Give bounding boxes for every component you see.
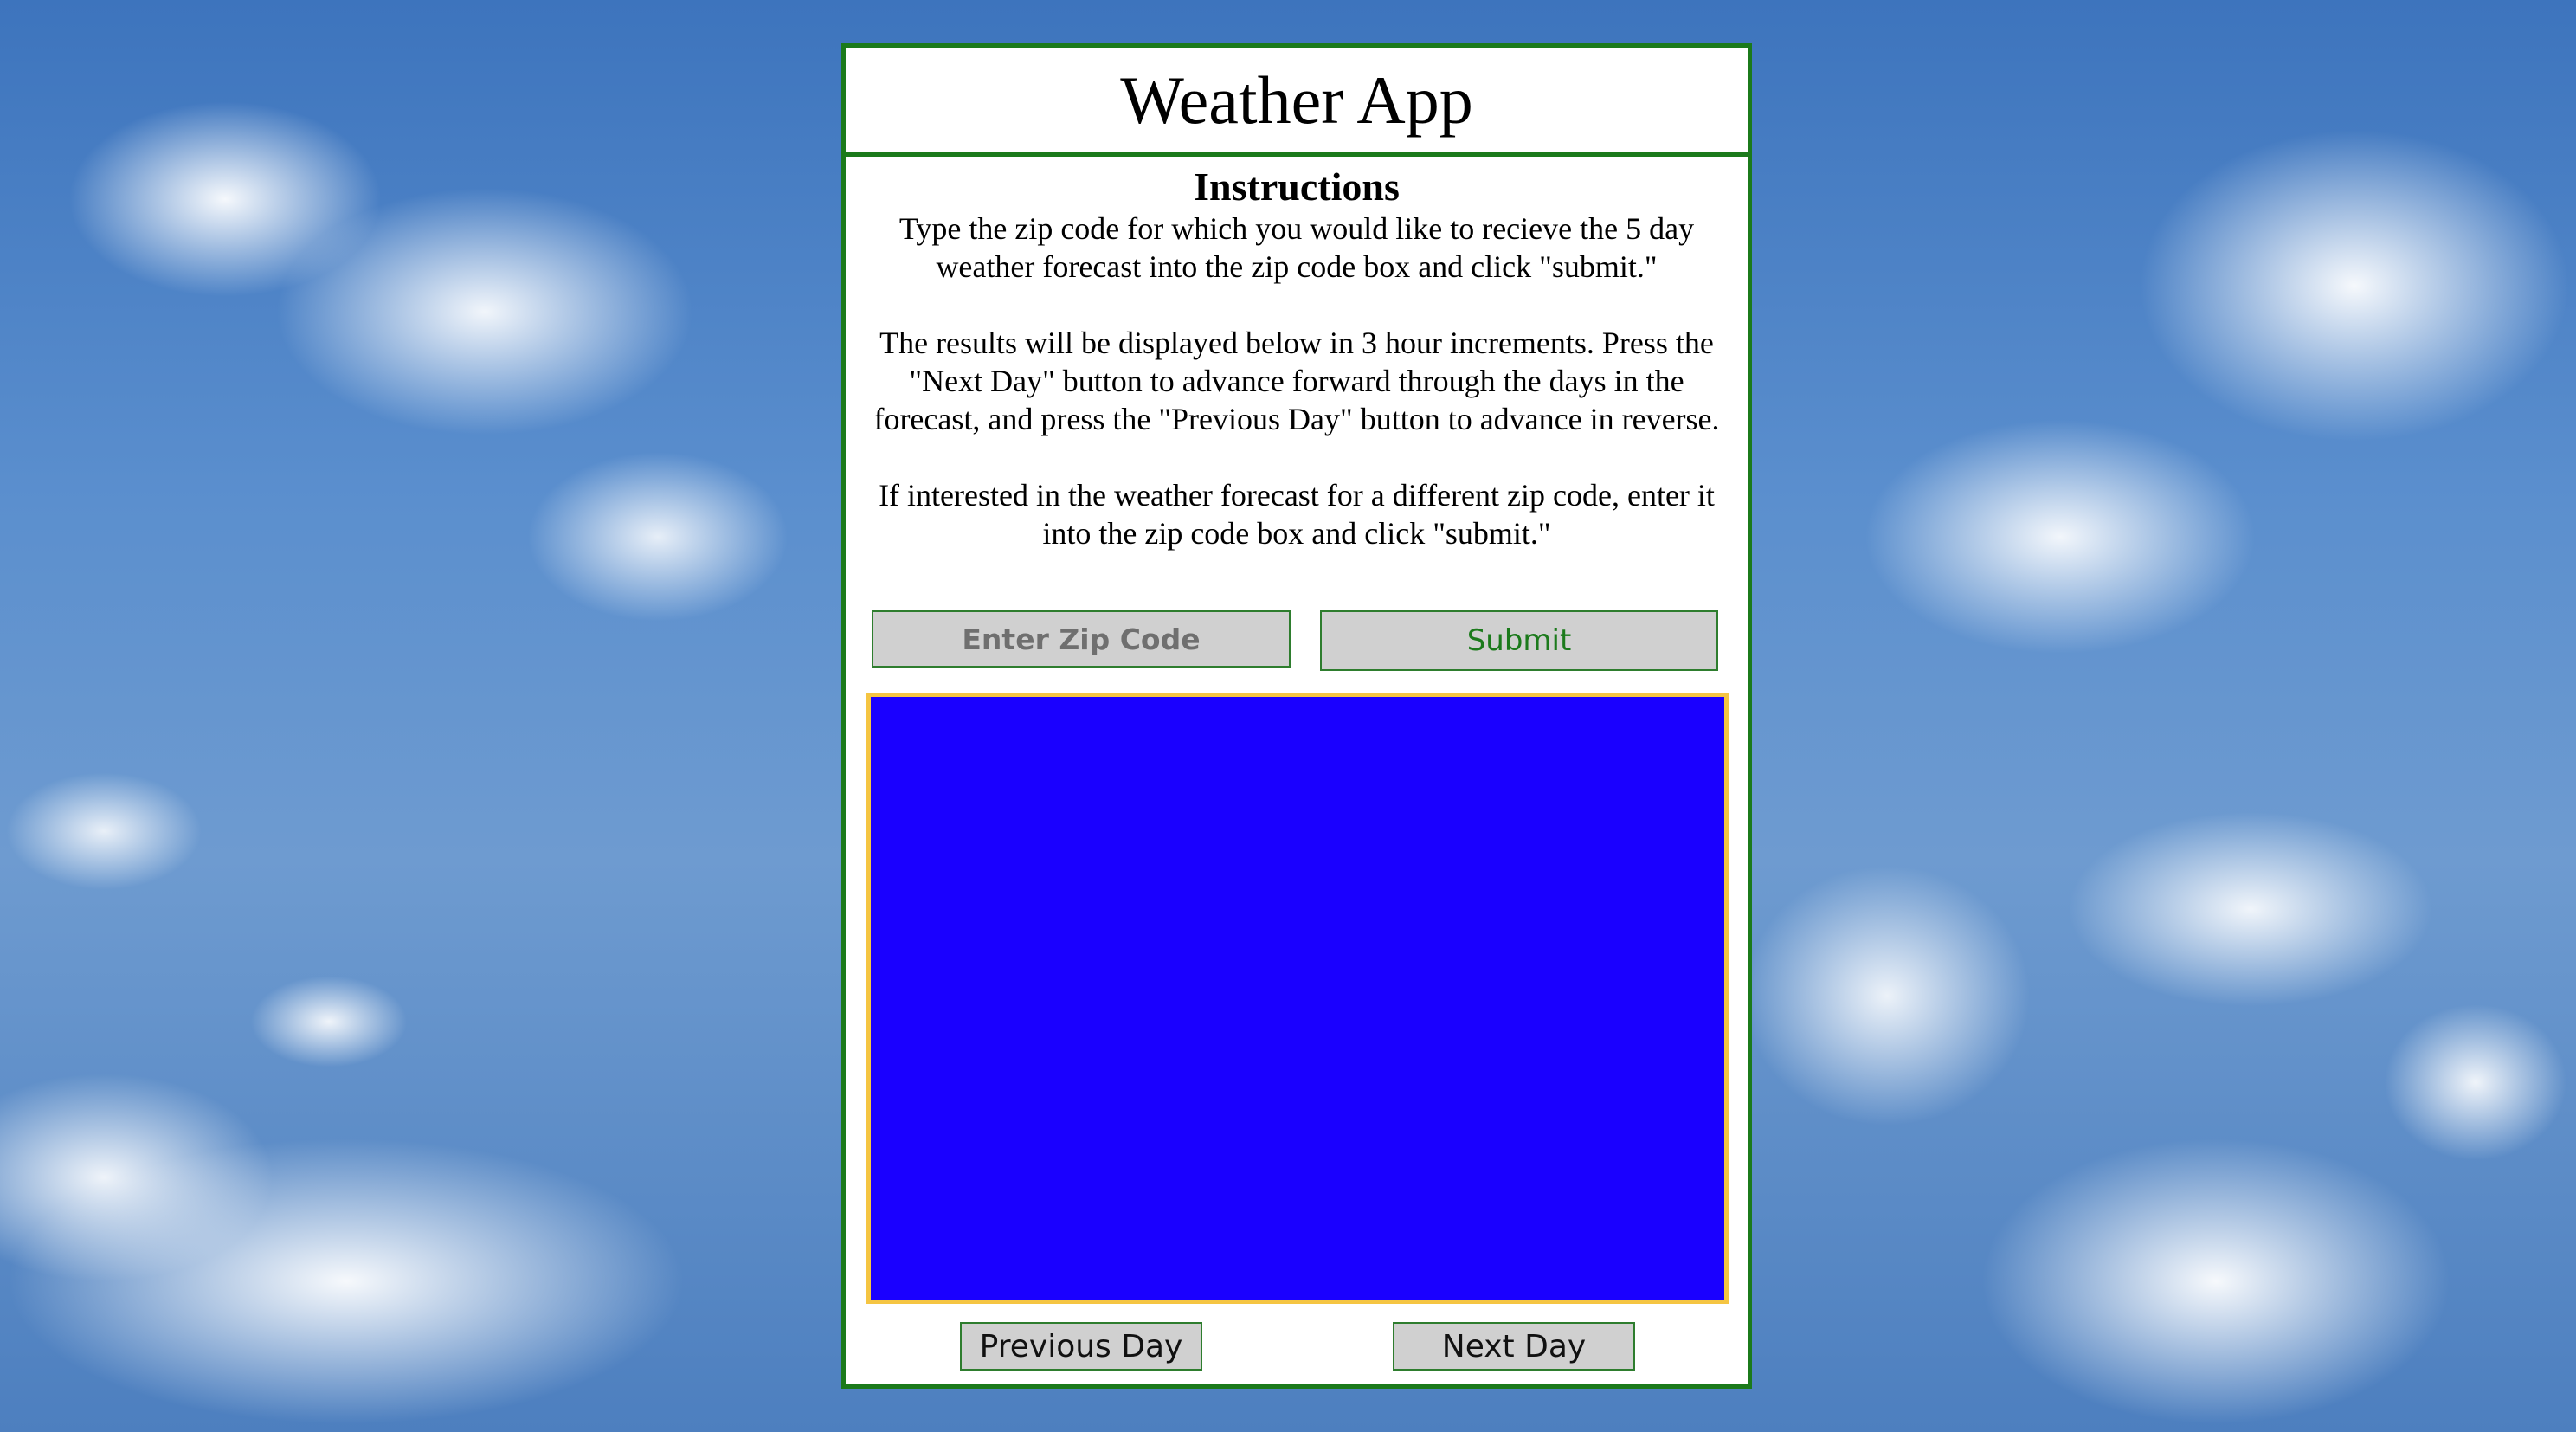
submit-button[interactable]: Submit [1320,610,1718,671]
next-day-button[interactable]: Next Day [1393,1322,1635,1371]
instructions-heading: Instructions [1194,164,1400,209]
instructions-paragraph-3: If interested in the weather forecast fo… [879,477,1715,551]
previous-day-button[interactable]: Previous Day [960,1322,1202,1371]
instructions-paragraph-2: The results will be displayed below in 3… [873,325,1720,436]
weather-app-panel: Weather App Instructions Type the zip co… [841,43,1752,1389]
instructions-paragraph-1: Type the zip code for which you would li… [898,210,1695,284]
zip-code-input[interactable] [872,610,1291,668]
app-title: Weather App [1120,61,1473,138]
zip-form: Submit [846,610,1748,673]
app-header: Weather App [846,48,1748,157]
forecast-results-area [866,693,1729,1304]
day-navigation: Previous Day Next Day [846,1322,1748,1372]
instructions-section: Instructions Type the zip code for which… [846,164,1748,552]
